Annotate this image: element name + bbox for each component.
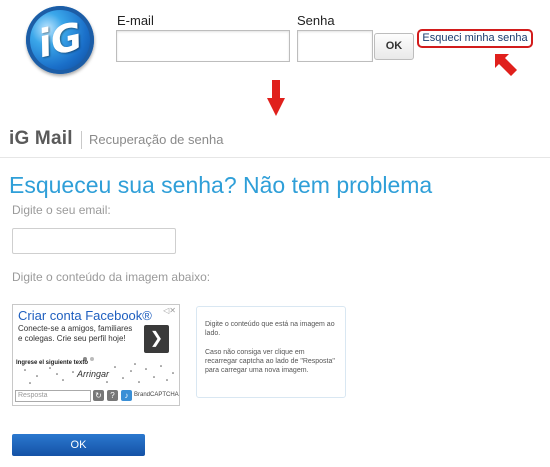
ad-title[interactable]: Criar conta Facebook®: [18, 308, 152, 323]
ig-logo[interactable]: iG: [19, 0, 101, 81]
captcha-help-box: Digite o conteúdo que está na imagem ao …: [196, 306, 346, 398]
brand-title: iG Mail: [9, 128, 73, 149]
image-prompt: Digite o conteúdo da imagem abaixo:: [12, 270, 211, 284]
help-text-1: Digite o conteúdo que está na imagem ao …: [205, 321, 335, 337]
pointer-arrow-icon: [495, 54, 517, 76]
captcha-instruction: Ingrese el siguiente texto: [16, 360, 89, 366]
recovery-email-input[interactable]: [12, 228, 176, 254]
reload-icon[interactable]: ↻: [93, 390, 104, 401]
login-ok-button[interactable]: OK: [374, 33, 414, 60]
email-label: E-mail: [117, 13, 154, 28]
ad-next-button[interactable]: ❯: [144, 325, 169, 353]
submit-ok-button[interactable]: OK: [12, 434, 145, 456]
logo-text: iG: [33, 13, 87, 67]
help-text-2: Caso não consiga ver clique em recarrega…: [205, 349, 335, 374]
brand-divider: [81, 131, 82, 149]
password-label: Senha: [297, 13, 335, 28]
forgot-password-link[interactable]: Esqueci minha senha: [417, 29, 533, 48]
arrow-down-icon: [267, 80, 285, 116]
login-email-input[interactable]: [116, 30, 290, 62]
login-password-input[interactable]: [297, 30, 373, 62]
email-prompt: Digite o seu email:: [12, 203, 111, 217]
captcha-brand: BrandCAPTCHA: [134, 392, 179, 398]
ad-close-icon[interactable]: ◁✕: [163, 306, 176, 315]
captcha-response-input[interactable]: Resposta: [15, 390, 91, 402]
audio-icon[interactable]: ♪: [121, 390, 132, 401]
help-icon[interactable]: ?: [107, 390, 118, 401]
section-title: Recuperação de senha: [89, 132, 224, 147]
captcha-word: Arringar: [77, 369, 110, 379]
captcha-widget: ◁✕ Criar conta Facebook® Conecte-se a am…: [12, 304, 180, 406]
page-headline: Esqueceu sua senha? Não tem problema: [9, 172, 433, 198]
header-divider: [0, 157, 550, 158]
ad-body: Conecte-se a amigos, familiares e colega…: [18, 324, 133, 343]
